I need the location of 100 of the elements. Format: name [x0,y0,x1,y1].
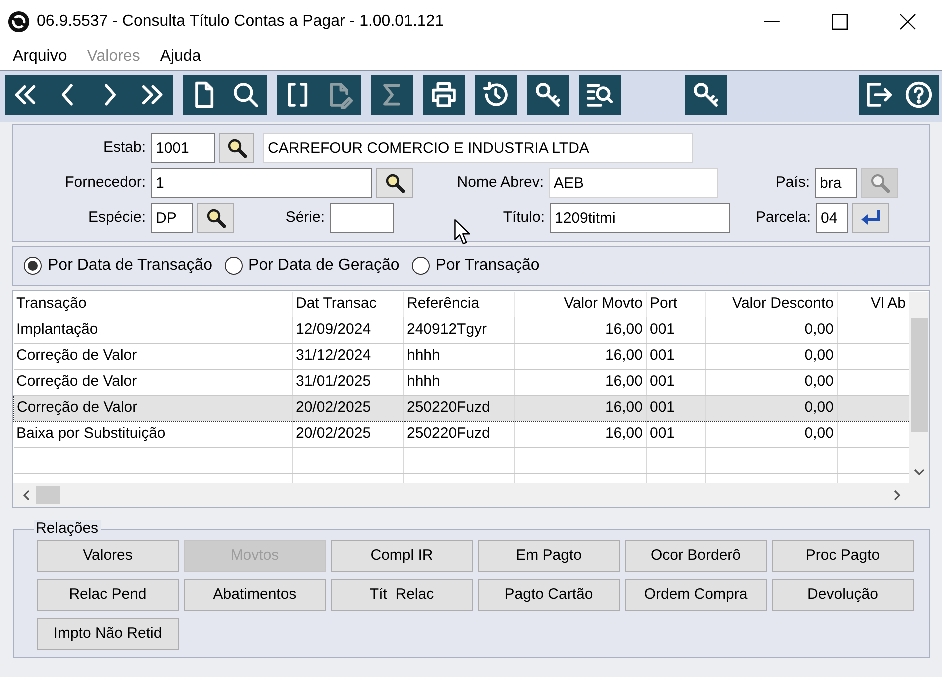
last-record-button[interactable] [131,75,173,115]
field-label: Título: [503,208,545,226]
key-search-button[interactable] [527,75,569,115]
table-row[interactable]: Correção de Valor 31/12/2024 hhhh 16,00 001 0,00 [14,343,909,369]
menu-item[interactable]: Arquivo [3,46,78,68]
first-record-button[interactable] [5,75,47,115]
help-icon [905,81,933,109]
table-cell: Implantação [14,317,292,343]
table-cell: 0,00 [706,343,838,369]
table-cell: 20/02/2025 [292,395,404,421]
field-label: Parcela: [756,208,811,226]
table-cell: 16,00 [514,395,646,421]
table-cell: 0,00 [706,317,838,343]
radio-button[interactable] [24,257,42,275]
sort-option[interactable]: Por Data de Transação [24,254,213,278]
column-header[interactable]: Port [646,292,706,317]
minimize-icon [764,21,780,23]
exit-button[interactable] [859,75,899,115]
mouse-pointer-icon [454,219,471,245]
radio-button[interactable] [412,257,430,275]
column-header[interactable]: Referência [404,292,514,317]
printer-icon [430,81,458,109]
table-cell: Correção de Valor [14,343,292,369]
menu-item[interactable]: Ajuda [150,46,212,68]
serie-field[interactable] [330,203,394,233]
nome-abrev-field[interactable]: AEB [549,168,718,198]
lookup-button[interactable] [197,203,234,233]
horizontal-scrollbar[interactable] [13,483,929,507]
relation-button[interactable]: Compl IR [331,540,473,572]
lookup-button[interactable] [376,168,413,198]
relation-button[interactable]: Pagto Cartão [478,579,620,611]
table-cell: 250220Fuzd [404,395,514,421]
especie-field[interactable]: DP [151,203,193,233]
fornecedor-field[interactable]: 1 [151,168,372,198]
table-cell: 001 [646,369,706,395]
vertical-scrollbar[interactable] [909,292,929,483]
relation-button[interactable]: Impto Não Retid [37,618,179,650]
sort-option[interactable]: Por Data de Geração [224,254,400,278]
table-row[interactable]: Implantação 12/09/2024 240912Tgyr 16,00 001 0,00 [14,317,909,343]
search-icon [232,81,260,109]
radio-button[interactable] [224,257,243,275]
list-search-button[interactable] [579,75,621,115]
column-header[interactable]: Valor Movto [514,292,646,317]
column-header[interactable]: Dat Transac [292,292,404,317]
table-cell: 0,00 [706,369,838,395]
relation-button[interactable]: Abatimentos [184,579,326,611]
parcela-field[interactable]: 04 [816,203,848,233]
lookup-button[interactable] [219,133,254,163]
relation-button[interactable]: Em Pagto [478,540,620,572]
relation-button[interactable]: Tít Relac [331,579,473,611]
relation-button[interactable]: Proc Pagto [772,540,914,572]
close-icon [900,14,916,30]
exit-icon [865,81,893,109]
table-cell: 16,00 [514,421,646,447]
relation-button[interactable]: Ordem Compra [625,579,767,611]
relation-button[interactable]: Ocor Borderô [625,540,767,572]
table-cell: 20/02/2025 [292,421,404,447]
brackets-button[interactable] [277,75,319,115]
field-label: Estab: [103,138,146,156]
table-cell: 240912Tgyr [404,317,514,343]
history-button[interactable] [475,75,517,115]
titulo-field[interactable]: 1209titmi [550,203,730,233]
help-button[interactable] [899,75,939,115]
enter-button[interactable] [852,203,889,233]
group-title: Relações [34,520,101,538]
column-header[interactable]: Transação [14,292,292,317]
search-button[interactable] [225,75,267,115]
key-icon [692,81,720,109]
sort-option[interactable]: Por Transação [412,254,540,278]
estab-field[interactable]: 1001 [151,133,215,163]
print-button[interactable] [423,75,465,115]
scrollbar-thumb[interactable] [36,486,60,504]
table-row[interactable]: Correção de Valor 31/01/2025 hhhh 16,00 001 0,00 [14,369,909,395]
field-label: Espécie: [88,208,146,226]
relation-button[interactable]: Relac Pend [37,579,179,611]
chevron-down-icon [914,469,924,476]
table-cell: Correção de Valor [14,395,292,421]
description-field[interactable]: CARREFOUR COMERCIO E INDUSTRIA LTDA [263,133,693,163]
field-label: Série: [286,208,325,226]
table-cell: 16,00 [514,317,646,343]
table-cell: 0,00 [706,395,838,421]
table-row[interactable]: Baixa por Substituição 20/02/2025 250220Fuzd 16,00 001 0,00 [14,421,909,447]
table-cell: 001 [646,421,706,447]
new-document-button[interactable] [183,75,225,115]
table-cell: 001 [646,317,706,343]
maximize-icon [832,14,848,30]
relation-button[interactable]: Devolução [772,579,914,611]
pais-field[interactable]: bra [815,168,857,198]
chevron-right-icon [894,490,901,500]
column-header[interactable]: Valor Desconto [706,292,838,317]
app-logo-icon [8,11,30,33]
return-arrow-icon [860,208,880,228]
field-label: Fornecedor: [65,174,146,191]
key-button[interactable] [685,75,727,115]
search-icon [226,138,246,158]
window-title: 06.9.5537 - Consulta Título Contas a Pagar - 1.00.01.121 [37,12,444,32]
relation-button[interactable]: Valores [37,540,179,572]
table-cell: 31/12/2024 [292,343,404,369]
table-row[interactable]: Correção de Valor 20/02/2025 250220Fuzd 16,00 001 0,00 [14,395,909,421]
scrollbar-thumb[interactable] [910,318,928,432]
